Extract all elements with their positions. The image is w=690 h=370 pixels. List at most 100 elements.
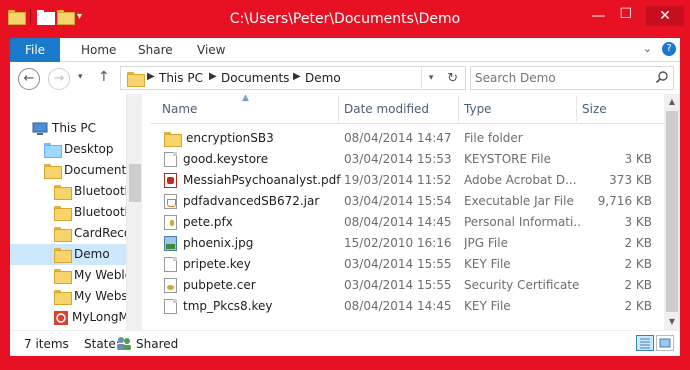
tree-item-bluetooth-2[interactable]: Bluetooth [54,202,132,223]
column-type[interactable]: Type [464,102,492,116]
view-switcher [636,335,674,351]
key-file-icon [164,257,177,272]
close-button[interactable]: ✕ [646,6,684,26]
folder-icon [127,72,145,87]
table-row[interactable]: pdfadvancedSB672.jar 03/04/2014 15:54 Ex… [150,191,664,212]
recent-locations-button[interactable]: ▾ [78,72,83,82]
scrollbar-thumb[interactable] [129,164,141,202]
table-row[interactable]: MessiahPsychoanalyst.pdf 19/03/2014 11:5… [150,170,664,191]
file-type: Adobe Acrobat D... [464,173,577,187]
tree-item-my-webs[interactable]: My Webs [54,286,128,307]
state-label: State: [84,337,120,351]
file-type: KEY File [464,257,511,271]
tree-item-label: This PC [52,121,96,135]
pfx-file-icon [164,215,177,230]
forward-button[interactable]: → [48,68,70,90]
tree-item-this-pc[interactable]: This PC [32,118,96,139]
navigation-pane: This PC Desktop Documents Bluetooth Blue… [10,94,142,330]
scrollbar-thumb[interactable] [666,111,678,312]
table-row[interactable]: pubpete.cer 03/04/2014 15:55 Security Ce… [150,275,664,296]
column-name[interactable]: Name [162,102,197,116]
scroll-up-icon[interactable]: ▲ [664,94,680,110]
address-history-button[interactable]: ▾ [429,73,434,83]
tree-item-label: Bluetooth [74,205,133,219]
tree-item-label: Demo [74,247,110,261]
breadcrumb-separator[interactable]: ▶ [147,71,155,82]
file-list-scrollbar[interactable]: ▲ ▼ [664,94,680,330]
maximize-button[interactable]: ☐ [619,6,632,26]
tab-file[interactable]: File [10,38,60,62]
keystore-file-icon [164,152,177,167]
breadcrumb-separator[interactable]: ▶ [293,71,301,82]
search-icon[interactable] [655,70,669,84]
expand-ribbon-icon[interactable]: ⌄ [643,42,652,56]
ribbon-tabs: File Home Share View ⌄ ? [10,38,680,62]
file-type: File folder [464,131,523,145]
column-divider[interactable] [576,96,577,122]
file-name: good.keystore [183,152,269,166]
ribbon-right-controls: ⌄ ? [643,42,676,56]
tree-item-my-weblo[interactable]: My Weblo [54,265,132,286]
file-name: pripete.key [183,257,251,271]
tab-view[interactable]: View [197,38,225,62]
breadcrumb-this-pc[interactable]: This PC [159,71,203,85]
column-size[interactable]: Size [582,102,607,116]
search-input[interactable] [471,67,651,89]
file-name-cell: phoenix.jpg [164,233,344,254]
table-row[interactable]: encryptionSB3 08/04/2014 14:47 File fold… [150,128,664,149]
app-icon [54,310,68,325]
tab-home[interactable]: Home [81,38,116,62]
tab-share[interactable]: Share [138,38,173,62]
tree-item-desktop[interactable]: Desktop [44,139,114,160]
tree-item-documents[interactable]: Documents [44,160,132,181]
file-name: encryptionSB3 [186,131,274,145]
table-row[interactable]: pripete.key 03/04/2014 15:55 KEY File 2 … [150,254,664,275]
details-view-icon [640,338,650,349]
column-divider[interactable] [338,96,339,122]
nav-pane-scrollbar[interactable] [126,94,142,330]
image-file-icon [164,236,177,251]
large-icons-view-button[interactable] [656,335,674,351]
table-row[interactable]: pete.pfx 08/04/2014 14:45 Personal Infor… [150,212,664,233]
main-area: This PC Desktop Documents Bluetooth Blue… [10,93,680,330]
folder-icon [54,269,72,284]
breadcrumb-separator[interactable]: ▶ [209,71,217,82]
tree-item-label: My Weblo [74,268,133,282]
file-date: 03/04/2014 15:53 [344,152,452,166]
help-icon[interactable]: ? [662,42,676,56]
table-row[interactable]: phoenix.jpg 15/02/2010 16:16 JPG File 2 … [150,233,664,254]
file-name-cell: pripete.key [164,254,344,275]
tree-item-label: Documents [64,163,133,177]
file-name-cell: tmp_Pkcs8.key [164,296,344,317]
details-view-button[interactable] [636,335,654,351]
file-size: 3 KB [624,215,652,229]
scroll-down-icon[interactable]: ▼ [664,314,680,330]
breadcrumb-demo[interactable]: Demo [305,71,341,85]
tree-item-label: My Webs [74,289,128,303]
column-date-modified[interactable]: Date modified [344,102,429,116]
folder-icon [54,185,72,200]
tree-item-mylongm[interactable]: MyLongM [54,307,129,328]
up-button[interactable]: ↑ [98,69,110,85]
table-row[interactable]: tmp_Pkcs8.key 08/04/2014 14:45 KEY File … [150,296,664,317]
tree-item-label: Bluetooth [74,184,133,198]
file-name-cell: pete.pfx [164,212,344,233]
back-button[interactable]: ← [18,68,40,90]
column-divider[interactable] [458,96,459,122]
minimize-button[interactable]: — [591,8,605,26]
file-type: KEYSTORE File [464,152,551,166]
computer-icon [32,122,48,135]
shared-users-icon [117,337,131,350]
breadcrumb-documents[interactable]: Documents [221,71,289,85]
tree-item-demo[interactable]: Demo [10,244,126,265]
file-name: MessiahPsychoanalyst.pdf [183,173,341,187]
window-controls: — ☐ ✕ [591,6,684,26]
file-type: KEY File [464,299,511,313]
table-row[interactable]: good.keystore 03/04/2014 15:53 KEYSTORE … [150,149,664,170]
address-bar[interactable]: ▶ This PC ▶ Documents ▶ Demo ▾ ↻ [120,66,466,90]
refresh-button[interactable]: ↻ [447,71,458,86]
file-date: 03/04/2014 15:55 [344,278,452,292]
key-file-icon [164,299,177,314]
file-date: 15/02/2010 16:16 [344,236,452,250]
tree-item-bluetooth-1[interactable]: Bluetooth [54,181,132,202]
